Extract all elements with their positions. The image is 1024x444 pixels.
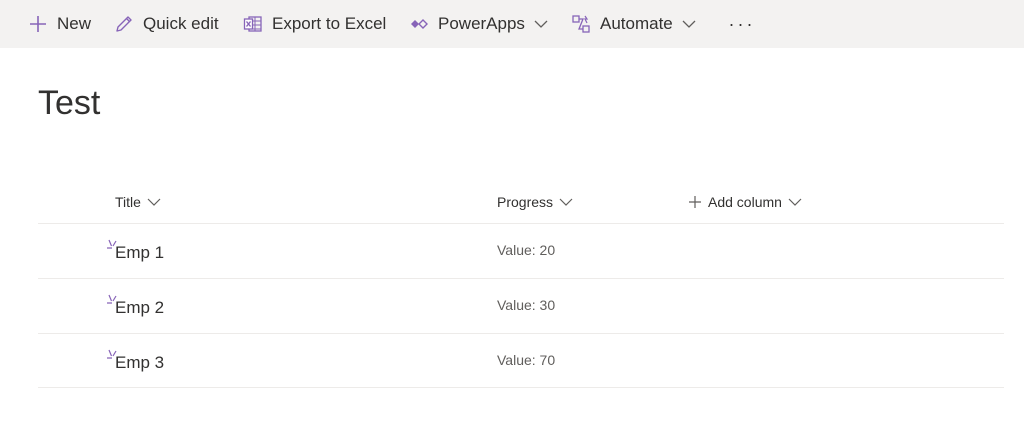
more-icon: ···	[728, 13, 756, 34]
powerapps-icon	[409, 14, 429, 34]
new-button[interactable]: New	[28, 0, 91, 48]
command-bar: New Quick edit Export to Excel PowerApps	[0, 0, 1024, 48]
pencil-icon	[114, 14, 134, 34]
row-progress: Value: 70	[497, 352, 556, 368]
excel-icon	[243, 14, 263, 34]
quick-edit-label: Quick edit	[143, 14, 219, 33]
quick-edit-button[interactable]: Quick edit	[114, 0, 219, 48]
row-progress: Value: 30	[497, 297, 556, 313]
chevron-down-icon	[533, 16, 549, 32]
export-to-excel-button[interactable]: Export to Excel	[243, 0, 386, 48]
flow-icon	[571, 14, 591, 34]
export-label: Export to Excel	[272, 14, 387, 33]
table-row[interactable]: Emp 1 Value: 20	[38, 224, 1004, 278]
row-progress: Value: 20	[497, 242, 556, 258]
column-header-progress-label: Progress	[497, 194, 554, 210]
row-title[interactable]: Emp 3	[115, 353, 164, 373]
automate-menu[interactable]: Automate	[571, 0, 697, 48]
plus-icon	[688, 195, 702, 209]
column-header-progress[interactable]: Progress	[497, 190, 574, 214]
row-title[interactable]: Emp 2	[115, 298, 164, 318]
automate-label: Automate	[600, 14, 673, 33]
chevron-down-icon	[787, 194, 803, 210]
chevron-down-icon	[146, 194, 162, 210]
row-title[interactable]: Emp 1	[115, 243, 164, 263]
plus-icon	[28, 14, 48, 34]
add-column-label: Add column	[708, 194, 782, 210]
column-header-title-label: Title	[115, 194, 141, 210]
page-title: Test	[38, 84, 101, 122]
powerapps-menu[interactable]: PowerApps	[409, 0, 549, 48]
new-label: New	[57, 14, 92, 33]
more-options-button[interactable]: ···	[728, 0, 756, 48]
table-row[interactable]: Emp 2 Value: 30	[38, 279, 1004, 333]
add-column-button[interactable]: Add column	[688, 190, 803, 214]
powerapps-label: PowerApps	[438, 14, 525, 33]
chevron-down-icon	[681, 16, 697, 32]
table-row[interactable]: Emp 3 Value: 70	[38, 334, 1004, 388]
chevron-down-icon	[558, 194, 574, 210]
column-header-title[interactable]: Title	[115, 190, 162, 214]
